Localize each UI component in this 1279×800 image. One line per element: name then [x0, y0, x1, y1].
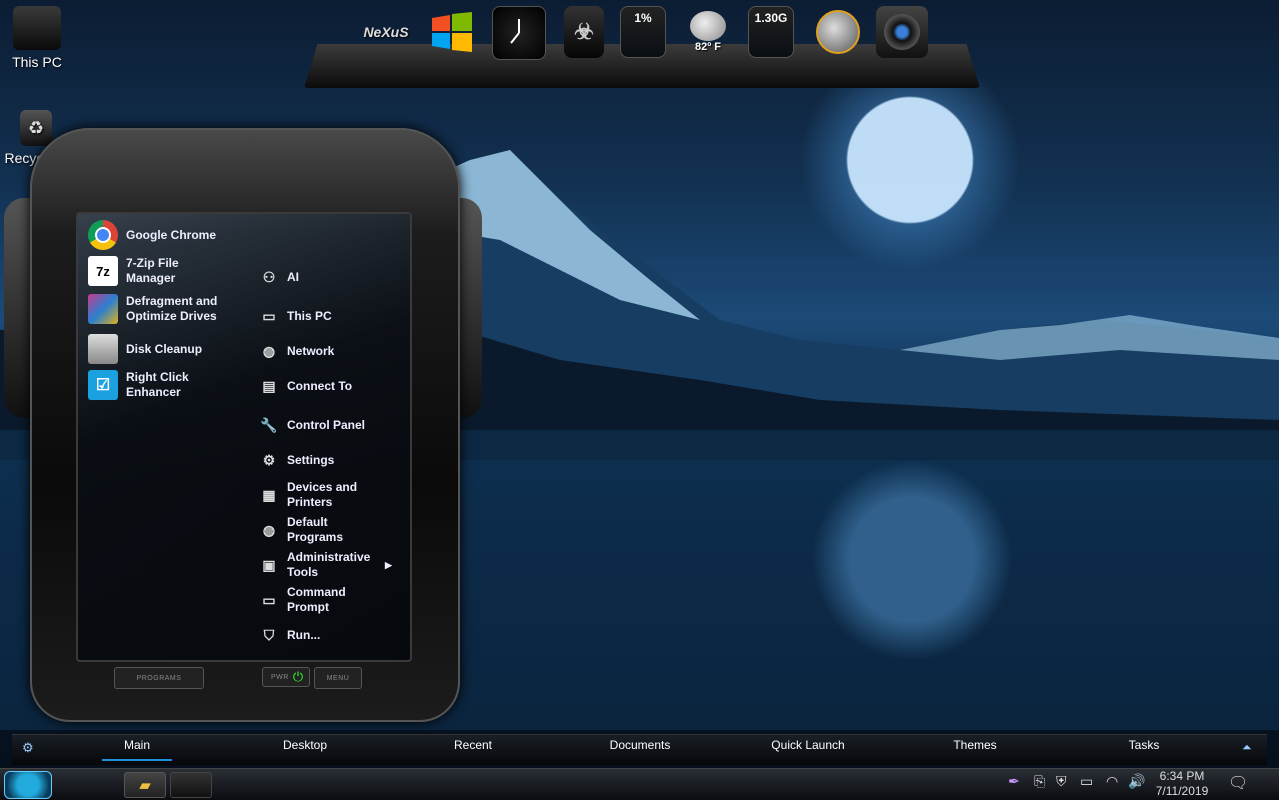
tab-main[interactable]: Main	[124, 738, 150, 752]
windows-logo-icon[interactable]	[426, 6, 478, 58]
system-clock[interactable]: 6:34 PM 7/11/2019	[1150, 769, 1214, 799]
connect-icon: ▤	[262, 377, 276, 394]
7zip-icon: 7z	[88, 256, 118, 286]
admin-tools-icon: ▣	[262, 556, 276, 573]
link-this-pc[interactable]: ▭ This PC	[260, 307, 331, 325]
folder-icon: ▰	[139, 777, 151, 794]
program-defragment[interactable]: Defragment and Optimize Drives	[88, 294, 238, 324]
wifi-icon[interactable]: ◠	[1106, 773, 1118, 790]
link-administrative-tools[interactable]: ▣ Administrative Tools ▶	[260, 550, 392, 580]
file-explorer-button[interactable]: ▰	[124, 772, 166, 798]
tab-recent[interactable]: Recent	[454, 738, 492, 752]
printer-icon: ▦	[262, 486, 276, 503]
biohazard-bin-icon[interactable]: ☣	[564, 6, 604, 58]
nexus-dock: NeXuS ☣ 1% 82º F 1.30G	[304, 4, 980, 88]
memory-meter-icon[interactable]: 1.30G	[748, 6, 794, 58]
start-orb-button[interactable]	[4, 771, 52, 799]
gear-icon[interactable]: ⚙	[22, 740, 34, 756]
link-network[interactable]: ◍ Network	[260, 342, 334, 360]
tab-quick-launch[interactable]: Quick Launch	[771, 738, 844, 752]
power-icon: ⏻	[292, 669, 304, 684]
wrench-icon: 🔧	[260, 416, 278, 433]
tab-desktop[interactable]: Desktop	[283, 738, 327, 752]
computer-icon: ▭	[262, 307, 276, 324]
taskbar: ▰ ✒ ⎘ ⛨ ▭ ◠ 🔊 6:34 PM 7/11/2019 🗨	[0, 768, 1279, 800]
link-run[interactable]: ⛉ Run...	[260, 626, 321, 644]
run-icon: ⛉	[263, 626, 275, 643]
folder-icon	[13, 6, 61, 50]
program-7zip[interactable]: 7z 7-Zip File Manager	[88, 256, 238, 286]
nexus-tab-bar: ⚙ Main Desktop Recent Documents Quick La…	[12, 734, 1267, 765]
network-icon: ◍	[262, 342, 276, 359]
volume-icon[interactable]: 🔊	[1128, 773, 1145, 790]
defrag-icon	[88, 294, 118, 324]
active-tab-indicator	[102, 759, 172, 761]
power-button[interactable]: PWR ⏻	[262, 667, 310, 687]
link-ai[interactable]: ⚇ AI	[260, 268, 299, 286]
link-connect-to[interactable]: ▤ Connect To	[260, 377, 352, 395]
submenu-arrow-icon: ▶	[385, 559, 392, 570]
nexus-logo-icon[interactable]: NeXuS	[360, 6, 412, 58]
collapse-icon[interactable]: ⏶	[1242, 740, 1252, 755]
gear-icon: ⚙	[262, 451, 276, 468]
program-disk-cleanup[interactable]: Disk Cleanup	[88, 334, 238, 364]
camera-icon[interactable]	[876, 6, 928, 58]
user-icon: ⚇	[262, 268, 276, 285]
terminal-icon: ▭	[262, 591, 276, 608]
programs-button[interactable]: PROGRAMS	[114, 667, 204, 689]
weather-icon[interactable]: 82º F	[682, 6, 734, 58]
start-menu: Google Chrome 7z 7-Zip File Manager Defr…	[4, 128, 482, 722]
tab-themes[interactable]: Themes	[953, 738, 996, 752]
notifications-icon[interactable]: 🗨	[1228, 773, 1248, 793]
battery-icon[interactable]: ▭	[1080, 773, 1093, 790]
security-shield-icon[interactable]: ⛨	[1056, 773, 1067, 790]
taskbar-window-button[interactable]	[170, 772, 212, 798]
menu-button[interactable]: MENU	[314, 667, 362, 689]
right-click-enhancer-icon: ☑	[88, 370, 118, 400]
program-google-chrome[interactable]: Google Chrome	[88, 220, 238, 250]
tab-documents[interactable]: Documents	[610, 738, 671, 752]
clock-icon[interactable]	[492, 6, 546, 60]
tab-tasks[interactable]: Tasks	[1129, 738, 1160, 752]
desktop-icon-this-pc[interactable]: This PC	[8, 6, 66, 70]
link-devices-printers[interactable]: ▦ Devices and Printers	[260, 480, 367, 510]
link-command-prompt[interactable]: ▭ Command Prompt	[260, 585, 353, 615]
usb-icon[interactable]: ⎘	[1034, 773, 1045, 790]
link-settings[interactable]: ⚙ Settings	[260, 451, 335, 469]
feather-icon[interactable]: ✒	[1008, 773, 1020, 790]
cpu-meter-icon[interactable]: 1%	[620, 6, 666, 58]
globe-icon[interactable]	[812, 6, 864, 58]
chrome-icon	[88, 220, 118, 250]
link-control-panel[interactable]: 🔧 Control Panel	[260, 416, 365, 434]
program-right-click-enhancer[interactable]: ☑ Right Click Enhancer	[88, 370, 238, 400]
globe-small-icon: ◍	[262, 521, 276, 538]
link-default-programs[interactable]: ◍ Default Programs	[260, 515, 353, 545]
disk-cleanup-icon	[88, 334, 118, 364]
